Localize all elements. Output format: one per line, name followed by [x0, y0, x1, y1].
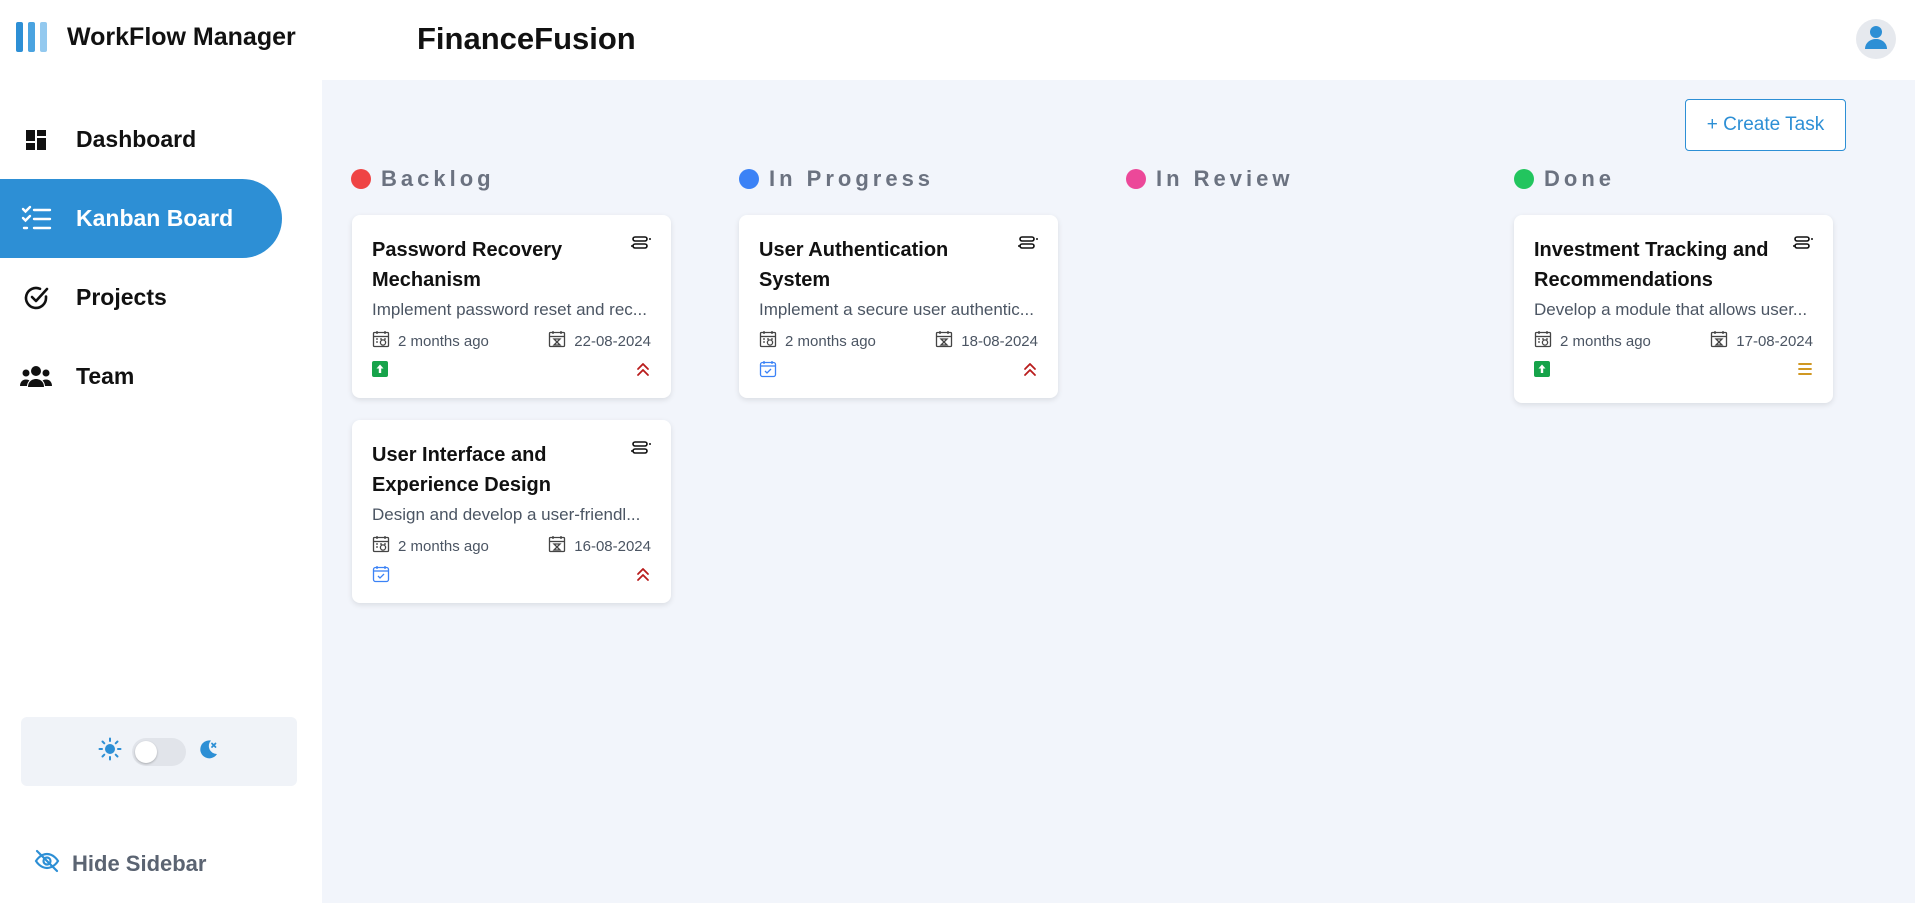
double-chevron-up-icon [635, 566, 651, 587]
task-title: User Interface and Experience Design [372, 444, 551, 496]
task-options-icon[interactable] [1016, 235, 1040, 256]
brand-logo-icon [16, 22, 47, 52]
double-chevron-up-icon [635, 361, 651, 382]
column-status-dot [1126, 169, 1146, 189]
task-footer [372, 565, 651, 588]
task-due-text: 18-08-2024 [961, 332, 1038, 350]
task-options-icon[interactable] [1791, 235, 1815, 256]
task-created-text: 2 months ago [785, 332, 876, 350]
theme-toggle[interactable] [132, 737, 186, 766]
calendar-due-icon [548, 535, 566, 557]
task-created: 2 months ago [372, 330, 489, 352]
users-icon [20, 361, 52, 393]
sidebar-item-projects[interactable]: Projects [0, 258, 282, 337]
task-footer [759, 360, 1038, 383]
task-created: 2 months ago [1534, 330, 1651, 352]
task-description: Design and develop a user-friendl... [372, 505, 641, 524]
arrow-up-square-icon [1534, 360, 1550, 382]
task-due: 22-08-2024 [548, 330, 651, 352]
dashboard-icon [20, 124, 52, 156]
user-icon [1863, 24, 1889, 55]
task-created: 2 months ago [372, 535, 489, 557]
calendar-created-icon [1534, 330, 1552, 352]
task-due-text: 22-08-2024 [574, 332, 651, 350]
task-created-text: 2 months ago [1560, 332, 1651, 350]
calendar-check-icon [372, 565, 390, 588]
checklist-icon [20, 203, 52, 235]
column-header-backlog: Backlog [351, 166, 495, 192]
sun-icon [98, 737, 122, 766]
task-card[interactable]: Password Recovery Mechanism Implement pa… [352, 215, 671, 398]
calendar-check-icon [759, 360, 777, 383]
column-header-in-review: In Review [1126, 166, 1293, 192]
calendar-created-icon [372, 330, 390, 352]
equals-lines-icon [1797, 362, 1813, 381]
column-title: Backlog [381, 166, 495, 191]
task-meta: 2 months ago 16-08-2024 [372, 535, 651, 557]
sidebar-item-label: Kanban Board [76, 205, 234, 231]
column-status-dot [1514, 169, 1534, 189]
column-title: In Progress [769, 166, 935, 191]
task-due: 16-08-2024 [548, 535, 651, 557]
task-due-text: 16-08-2024 [574, 537, 651, 555]
sidebar-nav: Dashboard Kanban Board Projects Team [0, 100, 322, 416]
column-status-dot [739, 169, 759, 189]
task-description: Implement a secure user authentic... [759, 300, 1034, 319]
task-meta: 2 months ago 18-08-2024 [759, 330, 1038, 352]
column-status-dot [351, 169, 371, 189]
sidebar-item-kanban-board[interactable]: Kanban Board [0, 179, 282, 258]
sidebar-item-dashboard[interactable]: Dashboard [0, 100, 282, 179]
sidebar: WorkFlow Manager Dashboard Kanban Board … [0, 0, 322, 903]
create-task-button[interactable]: + Create Task [1685, 99, 1846, 151]
task-created-text: 2 months ago [398, 537, 489, 555]
sidebar-item-label: Team [76, 363, 135, 389]
task-description: Develop a module that allows user... [1534, 300, 1808, 319]
task-due: 18-08-2024 [935, 330, 1038, 352]
task-title: Password Recovery Mechanism [372, 239, 563, 291]
sidebar-item-team[interactable]: Team [0, 337, 282, 416]
eye-slash-icon [34, 849, 60, 878]
column-title: In Review [1156, 166, 1294, 191]
task-card[interactable]: User Interface and Experience Design Des… [352, 420, 671, 603]
brand: WorkFlow Manager [16, 22, 296, 52]
column-title: Done [1544, 166, 1615, 191]
task-footer [372, 360, 651, 382]
task-description: Implement password reset and rec... [372, 300, 647, 319]
hide-sidebar-label: Hide Sidebar [72, 850, 207, 876]
sidebar-item-label: Projects [76, 284, 167, 310]
task-card[interactable]: User Authentication System Implement a s… [739, 215, 1058, 398]
task-options-icon[interactable] [629, 440, 653, 461]
double-chevron-up-icon [1022, 361, 1038, 382]
hide-sidebar-button[interactable]: Hide Sidebar [34, 849, 206, 878]
arrow-up-square-icon [372, 360, 388, 382]
calendar-due-icon [935, 330, 953, 352]
calendar-created-icon [759, 330, 777, 352]
toggle-knob [135, 740, 157, 763]
user-avatar-button[interactable] [1856, 19, 1896, 59]
task-due-text: 17-08-2024 [1736, 332, 1813, 350]
column-header-done: Done [1514, 166, 1615, 192]
task-created: 2 months ago [759, 330, 876, 352]
check-circle-icon [20, 282, 52, 314]
column-header-in-progress: In Progress [739, 166, 934, 192]
task-created-text: 2 months ago [398, 332, 489, 350]
task-title: User Authentication System [759, 239, 949, 291]
task-card[interactable]: Investment Tracking and Recommendations … [1514, 215, 1833, 403]
theme-switcher [21, 717, 297, 786]
calendar-created-icon [372, 535, 390, 557]
task-due: 17-08-2024 [1710, 330, 1813, 352]
task-meta: 2 months ago 22-08-2024 [372, 330, 651, 352]
sidebar-item-label: Dashboard [76, 126, 197, 152]
calendar-due-icon [548, 330, 566, 352]
brand-title: WorkFlow Manager [67, 22, 296, 51]
task-footer [1534, 360, 1813, 382]
task-meta: 2 months ago 17-08-2024 [1534, 330, 1813, 352]
page-title: FinanceFusion [417, 21, 636, 56]
calendar-due-icon [1710, 330, 1728, 352]
moon-icon [196, 737, 220, 766]
task-options-icon[interactable] [629, 235, 653, 256]
task-title: Investment Tracking and Recommendations [1534, 239, 1769, 291]
